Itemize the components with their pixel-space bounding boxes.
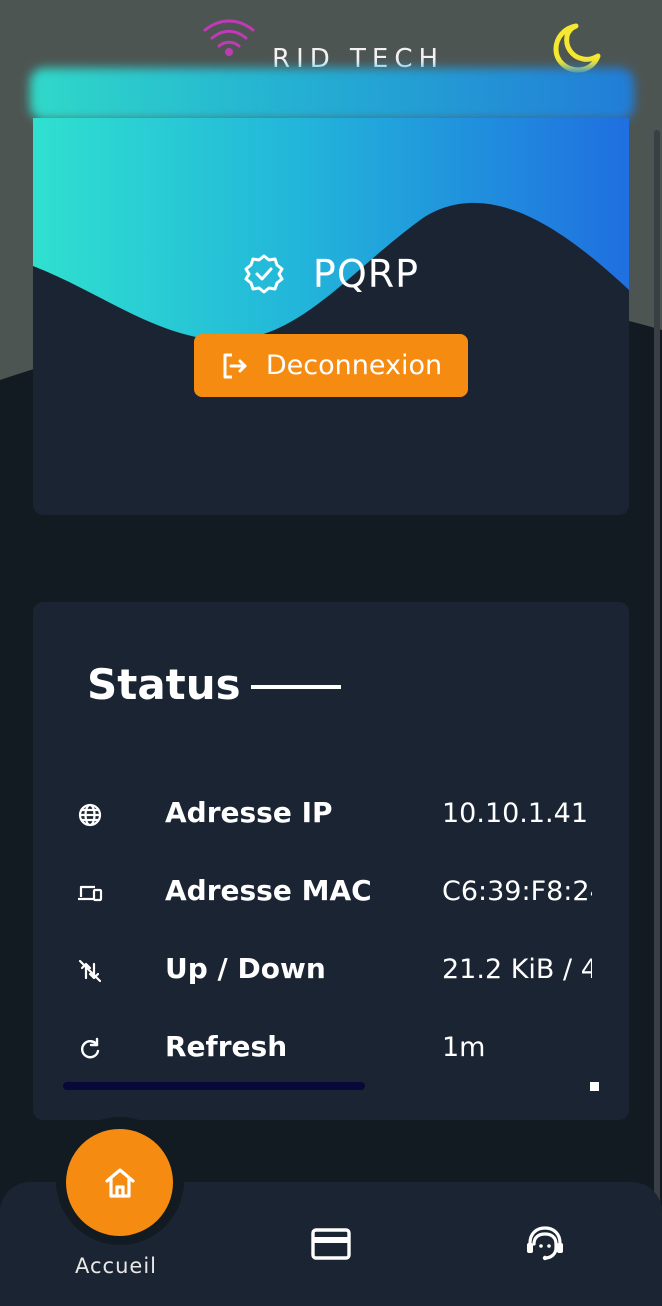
status-value-ip: 10.10.1.41 [442,798,588,829]
status-card: Status Adresse IP 10.10.1.41 Adresse MAC… [33,602,629,1120]
profile-card-glow [30,68,634,120]
status-title-underline [250,684,341,689]
status-heading: Status [87,660,341,709]
profile-card: PQRP Deconnexion [33,118,629,515]
username: PQRP [312,252,420,296]
wifi-icon [203,19,255,56]
devices-icon [78,885,103,902]
support-agent-icon[interactable] [524,1224,566,1264]
status-value-refresh: 1m [442,1032,486,1063]
status-value-mac: C6:39:F8:24 [442,876,592,907]
transfer-off-icon [78,959,102,983]
status-label-refresh: Refresh [165,1030,288,1063]
status-label-ip: Adresse IP [165,796,333,829]
status-label-traffic: Up / Down [165,952,326,985]
status-row-traffic: Up / Down 21.2 KiB / 4 [33,950,629,990]
globe-icon [78,803,102,827]
verified-badge-icon [244,254,284,294]
credit-card-icon[interactable] [310,1226,352,1262]
scrollbar[interactable] [654,130,660,1240]
status-row-refresh: Refresh 1m [33,1028,629,1068]
home-icon [104,1167,135,1198]
logout-label: Deconnexion [265,350,443,381]
refresh-icon [81,1037,100,1059]
status-label-mac: Adresse MAC [165,874,372,907]
nav-home-button[interactable] [66,1129,173,1236]
profile-wave [33,118,629,358]
loading-indicator [590,1082,599,1091]
logout-icon [223,353,247,378]
nav-home-label[interactable]: Accueil [60,1254,172,1278]
status-row-ip: Adresse IP 10.10.1.41 [33,794,629,834]
status-value-traffic: 21.2 KiB / 4 [442,954,592,985]
status-title: Status [87,660,241,709]
refresh-progress-bar [63,1082,365,1090]
user-row: PQRP [33,250,629,298]
status-row-mac: Adresse MAC C6:39:F8:24 [33,872,629,912]
logout-button[interactable]: Deconnexion [194,334,468,397]
